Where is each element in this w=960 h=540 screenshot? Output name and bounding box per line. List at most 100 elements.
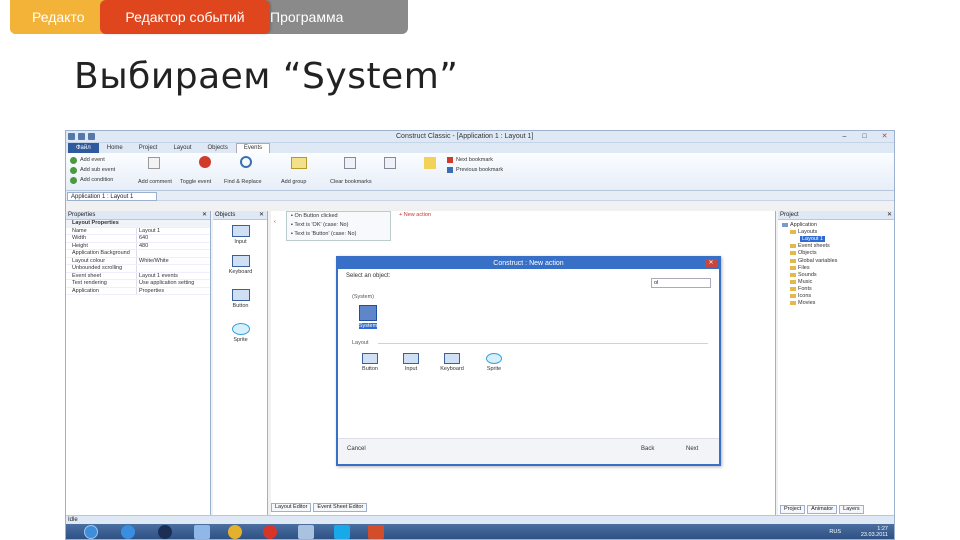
tree-item-music[interactable]: Music: [790, 279, 812, 285]
property-value[interactable]: Layout 1: [136, 227, 210, 234]
tree-item-fonts[interactable]: Fonts: [790, 286, 812, 292]
property-row[interactable]: Application Background: [66, 250, 210, 258]
ribbon-tab-events[interactable]: Events: [235, 143, 271, 153]
property-value[interactable]: [136, 250, 210, 257]
tree-item-layout-1[interactable]: Layout 1: [800, 236, 826, 242]
property-row[interactable]: Event sheet Layout 1 events: [66, 272, 210, 280]
cancel-button[interactable]: Cancel: [344, 445, 369, 453]
property-value[interactable]: Layout 1 events: [136, 272, 210, 279]
close-icon[interactable]: ✕: [887, 211, 892, 220]
tab-layers[interactable]: Layers: [839, 505, 864, 514]
property-row[interactable]: Width 640: [66, 235, 210, 243]
ie-icon[interactable]: [121, 525, 135, 539]
ribbon-tab-file[interactable]: Файл: [68, 143, 99, 153]
ribbon-tab-project[interactable]: Project: [131, 143, 166, 153]
property-row[interactable]: Unbounded scrolling: [66, 265, 210, 273]
tree-item-icons[interactable]: Icons: [790, 293, 811, 299]
object-sprite[interactable]: Sprite: [223, 323, 258, 343]
slide-tab-layout-editor[interactable]: Редакто: [10, 0, 114, 34]
add-event-button[interactable]: Add event: [80, 157, 105, 163]
add-condition-button[interactable]: Add condition: [80, 177, 113, 183]
new-action-link[interactable]: + New action: [399, 212, 431, 218]
document-tab[interactable]: Application 1 : Layout 1: [67, 192, 157, 201]
tree-item-label: Objects: [798, 250, 817, 256]
ribbon-tab-layout[interactable]: Layout: [165, 143, 199, 153]
find-replace-button[interactable]: Find & Replace: [224, 179, 262, 185]
clear-bookmarks-button[interactable]: Clear bookmarks: [330, 179, 372, 185]
minimize-button[interactable]: –: [839, 132, 850, 141]
collapse-icon[interactable]: ‹: [274, 219, 276, 225]
property-row[interactable]: Height 480: [66, 242, 210, 250]
slide-tab-event-editor[interactable]: Редактор событий: [100, 0, 270, 34]
layout-object-keyboard[interactable]: Keyboard: [434, 353, 470, 372]
opera-icon[interactable]: [263, 525, 277, 539]
event-condition[interactable]: ▪ Text is 'Button' (case: No): [291, 231, 356, 237]
start-button-icon[interactable]: [84, 525, 98, 539]
dialog-close-button[interactable]: ✕: [705, 259, 717, 267]
property-row[interactable]: Text rendering Use application setting: [66, 280, 210, 288]
object-search-input[interactable]: ol: [651, 278, 711, 288]
tree-item-layouts[interactable]: Layouts: [790, 229, 817, 235]
close-icon[interactable]: ✕: [259, 211, 264, 220]
tree-item-event-sheets[interactable]: Event sheets: [790, 243, 830, 249]
remove-bookmark-icon: [447, 157, 453, 163]
layout-object-sprite[interactable]: Sprite: [476, 353, 512, 372]
language-indicator[interactable]: RUS: [829, 529, 841, 535]
tab-event-sheet-editor[interactable]: Event Sheet Editor: [313, 503, 368, 512]
construct-icon[interactable]: [298, 525, 314, 539]
explorer-icon[interactable]: [194, 525, 210, 539]
object-button[interactable]: Button: [223, 289, 258, 309]
tab-layout-editor[interactable]: Layout Editor: [271, 503, 312, 512]
tree-item-objects[interactable]: Objects: [790, 250, 817, 256]
next-button[interactable]: Next: [683, 445, 701, 453]
clock[interactable]: 1:27 23.03.2011: [861, 526, 888, 538]
system-object[interactable]: System: [350, 305, 386, 329]
tab-project[interactable]: Project: [780, 505, 806, 514]
ribbon-tab-home[interactable]: Home: [99, 143, 131, 153]
property-row[interactable]: Application Properties: [66, 287, 210, 295]
save-icon[interactable]: [78, 133, 85, 140]
add-sub-event-button[interactable]: Add sub event: [80, 167, 115, 173]
layout-object-input[interactable]: Input: [393, 353, 429, 372]
powerpoint-icon[interactable]: [368, 525, 384, 539]
close-button[interactable]: ✕: [879, 132, 890, 141]
property-value[interactable]: 640: [136, 235, 210, 242]
previous-bookmark-button[interactable]: Previous bookmark: [456, 167, 503, 173]
tree-item-global-variables[interactable]: Global variables: [790, 258, 837, 264]
chrome-icon[interactable]: [228, 525, 242, 539]
property-value[interactable]: 480: [136, 242, 210, 249]
event-condition[interactable]: ▪ Text is 'OK' (case: No): [291, 222, 348, 228]
property-value[interactable]: Properties: [136, 287, 210, 294]
tree-item-files[interactable]: Files: [790, 265, 810, 271]
media-player-icon[interactable]: [158, 525, 172, 539]
slide-tab-program[interactable]: Программа: [262, 0, 408, 34]
property-group: Layout Properties: [66, 220, 210, 228]
undo-icon[interactable]: [88, 133, 95, 140]
object-keyboard[interactable]: Keyboard: [223, 255, 258, 275]
skype-icon[interactable]: [334, 525, 350, 539]
event-condition[interactable]: ▪ On Button clicked: [291, 213, 338, 219]
property-value[interactable]: Use application setting: [136, 280, 210, 287]
close-icon[interactable]: ✕: [202, 211, 207, 220]
add-group-button[interactable]: Add group: [281, 179, 306, 185]
tree-item-label: Icons: [798, 293, 812, 299]
property-row[interactable]: Layout colour White/White: [66, 257, 210, 265]
property-name: Application Background: [72, 250, 130, 256]
object-input[interactable]: Input: [223, 225, 258, 245]
property-row[interactable]: Name Layout 1: [66, 227, 210, 235]
tree-item-sounds[interactable]: Sounds: [790, 272, 817, 278]
clock-date: 23.03.2011: [860, 532, 888, 538]
toggle-event-button[interactable]: Toggle event: [180, 179, 211, 185]
ribbon-tab-objects[interactable]: Objects: [199, 143, 235, 153]
tree-item-movies[interactable]: Movies: [790, 300, 815, 306]
property-name: Name: [72, 227, 87, 234]
next-bookmark-button[interactable]: Next bookmark: [456, 157, 493, 163]
tab-animator[interactable]: Animator: [807, 505, 838, 514]
add-comment-button[interactable]: Add comment: [138, 179, 172, 185]
back-button[interactable]: Back: [638, 445, 657, 453]
property-value[interactable]: White/White: [136, 257, 210, 264]
tree-item-application[interactable]: Application: [782, 222, 817, 228]
property-value[interactable]: [136, 265, 210, 272]
maximize-button[interactable]: □: [859, 132, 870, 141]
layout-object-button[interactable]: Button: [352, 353, 388, 372]
